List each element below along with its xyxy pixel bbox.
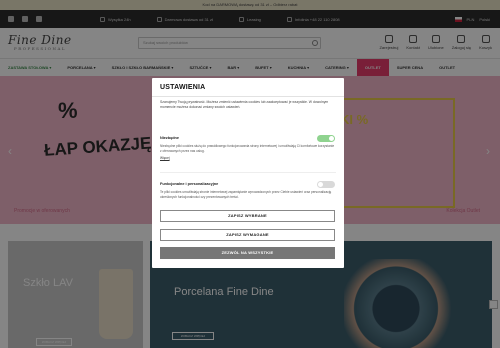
cookie-option-necessary: Niezbędne Niezbędne pliki cookies służą …: [160, 135, 336, 160]
allow-all-button[interactable]: ZEZWÓL NA WSZYSTKIE: [160, 247, 335, 259]
option-title: Niezbędne: [160, 136, 179, 140]
save-required-button[interactable]: ZAPISZ WYMAGANE: [160, 229, 335, 241]
cookie-settings-modal: USTAWIENIA Szanujemy Twoją prywatność. M…: [152, 78, 344, 268]
save-selected-button[interactable]: ZAPISZ WYBRANE: [160, 210, 335, 222]
modal-intro: Szanujemy Twoją prywatność. Możesz zmien…: [160, 100, 329, 109]
functional-toggle[interactable]: [317, 181, 335, 188]
modal-title: USTAWIENIA: [160, 84, 206, 91]
toggle-knob: [329, 136, 334, 141]
toggle-knob: [318, 182, 323, 187]
modal-divider: [152, 96, 344, 97]
more-link[interactable]: Więcej: [160, 156, 336, 160]
cookie-option-functional: Funkcjonalne i personalizacyjne Te pliki…: [160, 181, 336, 199]
modal-body[interactable]: Szanujemy Twoją prywatność. Możesz zmien…: [160, 100, 336, 206]
option-desc: Te pliki cookies umożliwiają stronie int…: [160, 190, 332, 199]
option-desc: Niezbędne pliki cookies służą do prawidł…: [160, 144, 335, 153]
option-title: Funkcjonalne i personalizacyjne: [160, 182, 219, 186]
option-separator: [160, 172, 336, 173]
necessary-toggle[interactable]: [317, 135, 335, 142]
